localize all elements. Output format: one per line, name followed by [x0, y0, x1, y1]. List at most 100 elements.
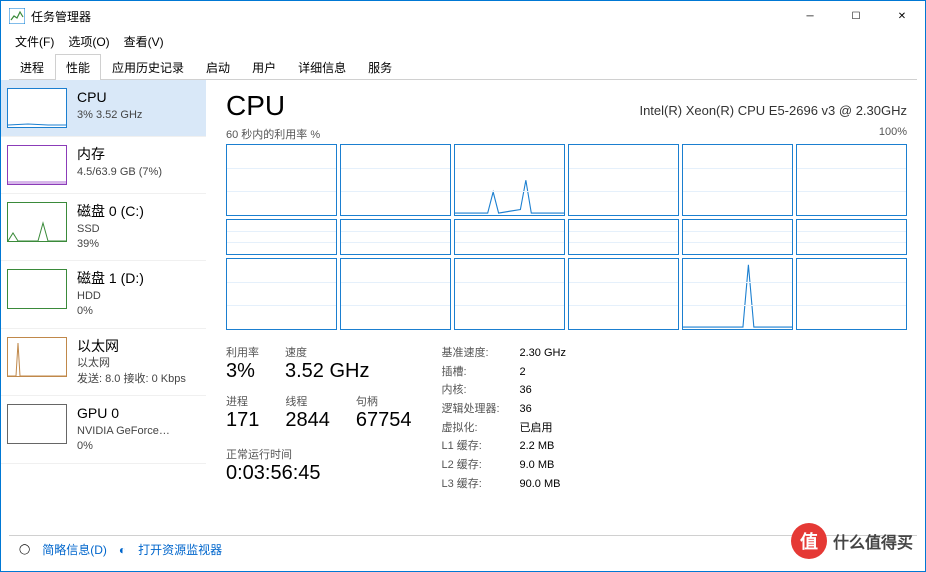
sidebar-disk0-sub2: 39% — [77, 237, 144, 252]
sidebar-disk1-sub1: HDD — [77, 289, 144, 304]
socket-label: 插槽: — [442, 363, 510, 382]
cpu-specs: 基准速度: 2.30 GHz 插槽: 2 内核: 36 逻辑处理器: 36 虚拟化: 已启… — [442, 344, 566, 494]
socket-value: 2 — [520, 363, 526, 382]
cpu-model: Intel(R) Xeon(R) CPU E5-2696 v3 @ 2.30GH… — [639, 103, 907, 118]
core-cell — [682, 219, 793, 254]
footer: ◯ 简略信息(D) ◐ 打开资源监视器 — [9, 535, 917, 563]
sidebar-disk1-sub2: 0% — [77, 304, 144, 319]
core-cell — [568, 258, 679, 330]
sidebar-item-disk1[interactable]: 磁盘 1 (D:)HDD0% — [1, 261, 206, 328]
util-value: 3% — [226, 360, 259, 383]
speed-value: 3.52 GHz — [285, 360, 369, 383]
handle-label: 句柄 — [356, 393, 412, 409]
sidebar-item-memory[interactable]: 内存4.5/63.9 GB (7%) — [1, 137, 206, 194]
handle-value: 67754 — [356, 409, 412, 432]
tab-processes[interactable]: 进程 — [9, 54, 55, 80]
minimize-button[interactable]: ─ — [787, 1, 833, 31]
core-cell — [568, 144, 679, 216]
l2-value: 9.0 MB — [520, 456, 555, 475]
base-speed-value: 2.30 GHz — [520, 344, 566, 363]
l3-value: 90.0 MB — [520, 475, 561, 494]
disk1-thumb — [7, 269, 67, 309]
l1-value: 2.2 MB — [520, 437, 555, 456]
l1-label: L1 缓存: — [442, 437, 510, 456]
sidebar-eth-sub1: 以太网 — [77, 356, 186, 371]
tab-performance[interactable]: 性能 — [55, 54, 101, 80]
sidebar-memory-name: 内存 — [77, 145, 162, 165]
cores-label: 内核: — [442, 381, 510, 400]
graph-label-left: 60 秒内的利用率 % — [226, 126, 320, 142]
virt-value: 已启用 — [520, 419, 553, 438]
thread-value: 2844 — [285, 409, 330, 432]
menu-view[interactable]: 查看(V) — [118, 32, 170, 51]
close-button[interactable]: ✕ — [879, 1, 925, 31]
menu-options[interactable]: 选项(O) — [62, 32, 115, 51]
core-cell — [340, 219, 451, 254]
sidebar-gpu0-sub1: NVIDIA GeForce… — [77, 424, 170, 439]
core-cell — [682, 258, 793, 330]
lp-label: 逻辑处理器: — [442, 400, 510, 419]
core-cell — [340, 144, 451, 216]
gpu0-thumb — [7, 404, 67, 444]
ethernet-thumb — [7, 337, 67, 377]
proc-value: 171 — [226, 409, 259, 432]
sidebar-eth-sub2: 发送: 8.0 接收: 0 Kbps — [77, 372, 186, 387]
uptime-label: 正常运行时间 — [226, 446, 412, 462]
core-cell — [796, 144, 907, 216]
memory-thumb — [7, 145, 67, 185]
sidebar-item-disk0[interactable]: 磁盘 0 (C:)SSD39% — [1, 194, 206, 261]
base-speed-label: 基准速度: — [442, 344, 510, 363]
core-cell — [226, 144, 337, 216]
cores-value: 36 — [520, 381, 532, 400]
detail-title: CPU — [226, 90, 285, 122]
core-cell — [682, 144, 793, 216]
sidebar-item-gpu0[interactable]: GPU 0NVIDIA GeForce…0% — [1, 396, 206, 463]
watermark-text: 什么值得买 — [833, 529, 913, 553]
collapse-icon[interactable]: ◯ — [19, 544, 30, 555]
sidebar-item-cpu[interactable]: CPU3% 3.52 GHz — [1, 80, 206, 137]
disk0-thumb — [7, 202, 67, 242]
core-cell — [796, 258, 907, 330]
sidebar-disk1-name: 磁盘 1 (D:) — [77, 269, 144, 289]
resource-monitor-link[interactable]: 打开资源监视器 — [138, 541, 222, 558]
sidebar-cpu-sub: 3% 3.52 GHz — [77, 108, 142, 123]
cpu-thumb — [7, 88, 67, 128]
tab-details[interactable]: 详细信息 — [287, 54, 357, 80]
l3-label: L3 缓存: — [442, 475, 510, 494]
core-cell — [226, 219, 337, 254]
speed-label: 速度 — [285, 344, 369, 360]
core-cell — [226, 258, 337, 330]
proc-label: 进程 — [226, 393, 259, 409]
sidebar-eth-name: 以太网 — [77, 337, 186, 357]
sidebar-memory-sub: 4.5/63.9 GB (7%) — [77, 165, 162, 180]
resmon-icon: ◐ — [119, 543, 126, 557]
cpu-core-grid[interactable] — [226, 144, 907, 330]
sidebar-gpu0-name: GPU 0 — [77, 404, 170, 424]
l2-label: L2 缓存: — [442, 456, 510, 475]
menu-file[interactable]: 文件(F) — [9, 32, 60, 51]
core-cell — [568, 219, 679, 254]
thread-label: 线程 — [285, 393, 330, 409]
sidebar-gpu0-sub2: 0% — [77, 439, 170, 454]
tab-users[interactable]: 用户 — [241, 54, 287, 80]
tab-services[interactable]: 服务 — [357, 54, 403, 80]
tab-startup[interactable]: 启动 — [195, 54, 241, 80]
core-cell — [454, 219, 565, 254]
core-cell — [796, 219, 907, 254]
window-title: 任务管理器 — [31, 8, 787, 25]
maximize-button[interactable]: ☐ — [833, 1, 879, 31]
fewer-details-link[interactable]: 简略信息(D) — [42, 541, 107, 558]
watermark-badge: 值 — [791, 523, 827, 559]
sidebar-cpu-name: CPU — [77, 88, 142, 108]
lp-value: 36 — [520, 400, 532, 419]
core-cell — [340, 258, 451, 330]
uptime-value: 0:03:56:45 — [226, 462, 412, 485]
virt-label: 虚拟化: — [442, 419, 510, 438]
sidebar: CPU3% 3.52 GHz 内存4.5/63.9 GB (7%) 磁盘 0 (… — [1, 80, 206, 550]
sidebar-item-ethernet[interactable]: 以太网以太网发送: 8.0 接收: 0 Kbps — [1, 329, 206, 396]
watermark: 值 什么值得买 — [791, 523, 913, 559]
core-cell — [454, 258, 565, 330]
detail-panel: CPU Intel(R) Xeon(R) CPU E5-2696 v3 @ 2.… — [206, 80, 925, 550]
app-icon — [9, 8, 25, 24]
tab-app-history[interactable]: 应用历史记录 — [101, 54, 195, 80]
